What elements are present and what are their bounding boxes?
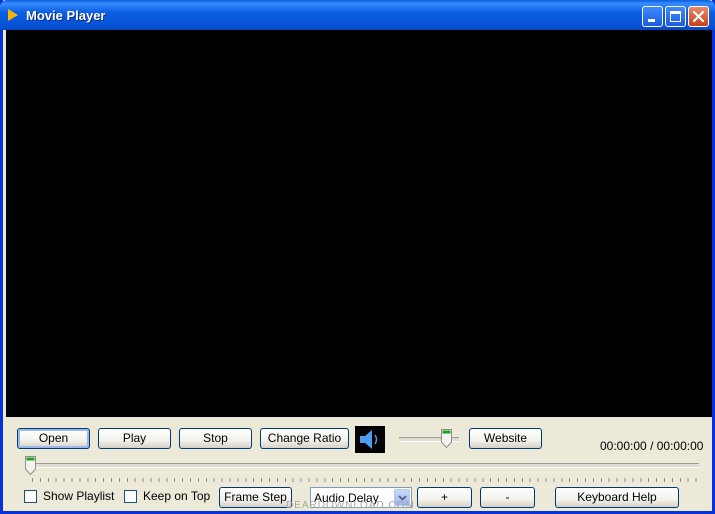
play-button[interactable]: Play [98, 428, 171, 449]
maximize-button[interactable] [665, 6, 686, 27]
volume-slider-thumb[interactable] [441, 429, 452, 448]
change-ratio-button[interactable]: Change Ratio [260, 428, 349, 449]
show-playlist-label: Show Playlist [43, 489, 115, 503]
close-icon [692, 10, 705, 23]
video-display[interactable] [6, 30, 712, 417]
website-button[interactable]: Website [469, 428, 542, 449]
minus-button[interactable]: - [480, 487, 535, 508]
watermark: DEARDOWNLOAD.COM [286, 500, 415, 511]
maximize-icon [670, 11, 681, 22]
minimize-icon [648, 19, 655, 22]
time-total: 00:00:00 [656, 439, 704, 453]
time-display: 00:00:00 / 00:00:00 [600, 439, 703, 453]
keyboard-help-button[interactable]: Keyboard Help [555, 487, 679, 508]
keep-on-top-label: Keep on Top [143, 489, 211, 503]
mute-button[interactable] [355, 426, 385, 453]
show-playlist-checkbox[interactable]: Show Playlist [24, 490, 119, 504]
frame-step-button[interactable]: Frame Step [219, 487, 292, 508]
movie-player-window: Movie Player Open Play Stop Change Ratio… [0, 0, 715, 514]
show-playlist-box[interactable] [24, 490, 37, 503]
play-triangle-icon [8, 9, 18, 21]
keep-on-top-box[interactable] [124, 490, 137, 503]
time-separator: / [650, 439, 654, 453]
stop-button[interactable]: Stop [179, 428, 252, 449]
minimize-button[interactable] [642, 6, 663, 27]
plus-button[interactable]: + [417, 487, 472, 508]
seek-ticks [32, 478, 698, 482]
window-title: Movie Player [26, 8, 106, 23]
keep-on-top-checkbox[interactable]: Keep on Top [124, 490, 214, 504]
open-button[interactable]: Open [17, 428, 90, 449]
close-button[interactable] [688, 6, 709, 27]
time-current: 00:00:00 [600, 439, 647, 453]
speaker-icon [360, 430, 378, 449]
seek-track[interactable] [31, 463, 699, 468]
title-bar[interactable]: Movie Player [0, 0, 715, 30]
seek-slider-thumb[interactable] [25, 456, 36, 475]
